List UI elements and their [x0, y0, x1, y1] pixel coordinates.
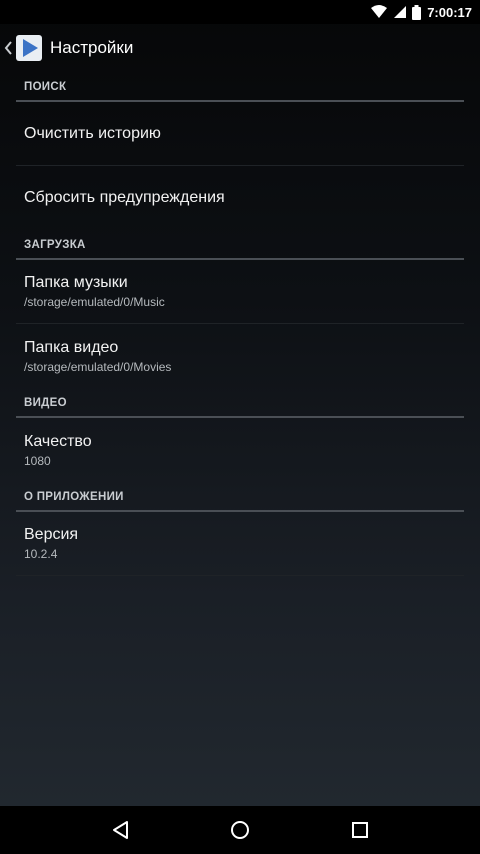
- pref-title: Папка видео: [24, 338, 119, 356]
- section-header-video: ВИДЕО: [16, 388, 464, 418]
- pref-title: Качество: [24, 432, 92, 450]
- pref-summary: 10.2.4: [24, 547, 58, 561]
- page-title: Настройки: [50, 38, 134, 57]
- pref-title: Очистить историю: [24, 124, 161, 142]
- status-time: 7:00:17: [427, 4, 472, 20]
- nav-bar: [0, 806, 480, 854]
- section-header-download: ЗАГРУЗКА: [16, 230, 464, 260]
- chevron-left-icon[interactable]: [4, 41, 14, 55]
- pref-reset-warnings[interactable]: Сбросить предупреждения: [16, 166, 464, 230]
- settings-list: ПОИСК Очистить историю Сбросить предупре…: [16, 72, 464, 576]
- pref-summary: 1080: [24, 453, 51, 468]
- recents-icon[interactable]: [335, 806, 385, 854]
- pref-clear-history[interactable]: Очистить историю: [16, 102, 464, 166]
- status-bar: 7:00:17: [0, 0, 480, 24]
- pref-summary: /storage/emulated/0/Music: [24, 295, 165, 309]
- pref-title: Папка музыки: [24, 274, 128, 291]
- pref-video-folder[interactable]: Папка видео /storage/emulated/0/Movies: [16, 324, 464, 388]
- pref-summary: /storage/emulated/0/Movies: [24, 359, 172, 374]
- pref-title: Версия: [24, 526, 79, 543]
- play-app-icon[interactable]: [16, 35, 42, 61]
- pref-music-folder[interactable]: Папка музыки /storage/emulated/0/Music: [16, 260, 464, 324]
- home-icon[interactable]: [215, 806, 265, 854]
- signal-icon: [393, 5, 407, 19]
- pref-title: Сбросить предупреждения: [24, 189, 225, 206]
- section-header-search: ПОИСК: [16, 72, 464, 102]
- pref-quality[interactable]: Качество 1080: [16, 418, 464, 482]
- pref-version[interactable]: Версия 10.2.4: [16, 512, 464, 576]
- section-header-about: О ПРИЛОЖЕНИИ: [16, 482, 464, 512]
- battery-icon: [412, 4, 422, 20]
- back-icon[interactable]: [95, 806, 145, 854]
- action-bar: Настройки: [0, 24, 480, 72]
- wifi-icon: [371, 5, 388, 19]
